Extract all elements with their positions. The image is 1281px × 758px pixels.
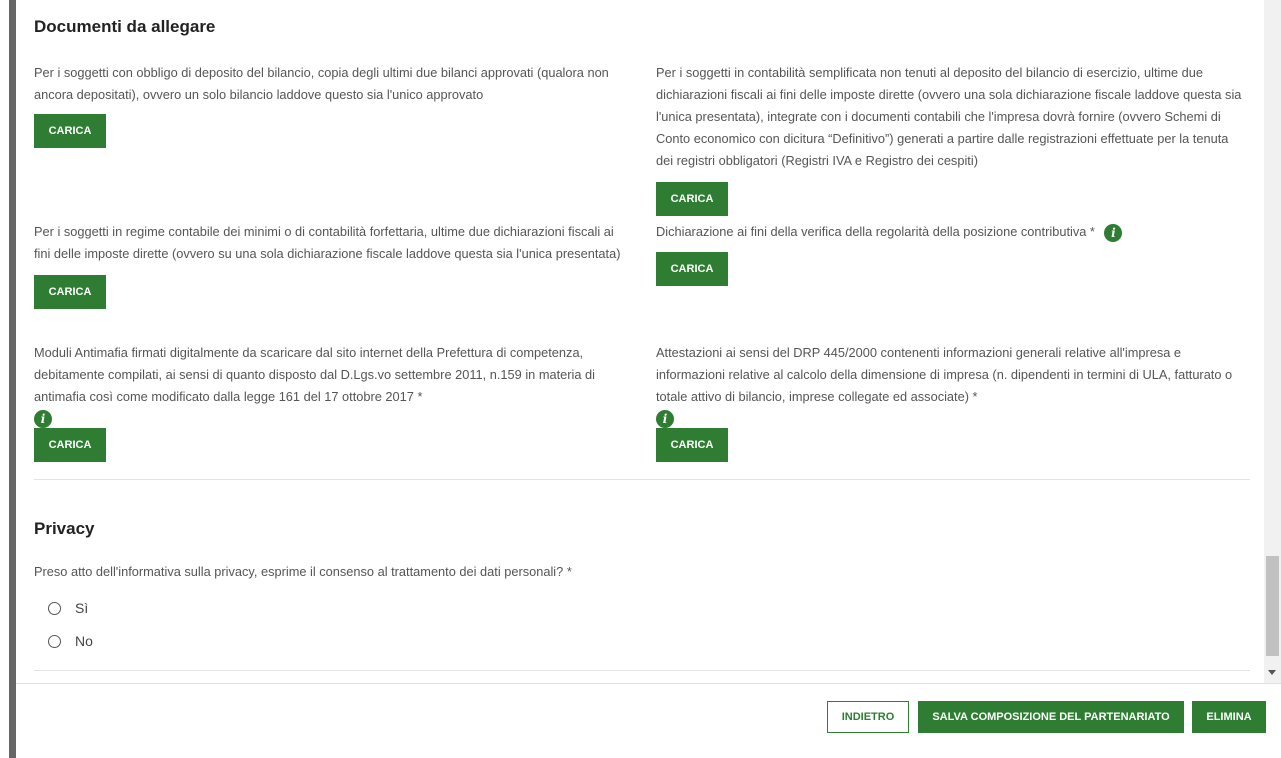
upload-button[interactable]: CARICA [34,428,106,463]
radio-button[interactable] [48,601,61,615]
delete-button[interactable]: ELIMINA [1192,701,1266,733]
upload-button[interactable]: CARICA [656,252,728,286]
document-item-regolarita-contributiva: Dichiarazione ai fini della verifica del… [656,221,1246,286]
upload-button[interactable]: CARICA [656,428,728,463]
info-icon[interactable]: i [656,410,674,428]
document-description: Per i soggetti con obbligo di deposito d… [34,65,609,102]
document-description: Dichiarazione ai fini della verifica del… [656,224,1095,239]
form-content: Documenti da allegare Per i soggetti con… [34,0,1251,683]
page: Documenti da allegare Per i soggetti con… [0,0,1281,758]
radio-label: Sì [75,600,89,616]
section-divider [34,479,1250,480]
document-description-row: Dichiarazione ai fini della verifica del… [656,221,1246,243]
left-edge-bar [9,0,16,758]
upload-button[interactable]: CARICA [34,114,106,148]
privacy-option-no[interactable]: No [48,633,93,649]
document-item-attestazioni-drp: Attestazioni ai sensi del DRP 445/2000 c… [656,342,1246,463]
save-partnership-button[interactable]: SALVA COMPOSIZIONE DEL PARTENARIATO [918,701,1184,733]
info-icon[interactable]: i [1104,223,1123,242]
privacy-option-si[interactable]: Sì [48,600,88,616]
document-description: Per i soggetti in regime contabile dei m… [34,224,621,261]
document-item-regime-minimi: Per i soggetti in regime contabile dei m… [34,221,624,309]
upload-button[interactable]: CARICA [34,275,106,309]
privacy-question: Preso atto dell'informativa sulla privac… [34,564,572,579]
back-button[interactable]: INDIETRO [827,701,909,733]
radio-button[interactable] [48,634,61,648]
scrollbar-thumb[interactable] [1266,556,1279,656]
document-item-contabilita-semplificata: Per i soggetti in contabilità semplifica… [656,62,1246,216]
document-description: Attestazioni ai sensi del DRP 445/2000 c… [656,345,1233,404]
section-divider [34,670,1250,671]
document-description: Moduli Antimafia firmati digitalmente da… [34,345,596,404]
document-description: Per i soggetti in contabilità semplifica… [656,65,1242,168]
privacy-section-title: Privacy [34,519,95,538]
scroll-down-arrow-icon[interactable] [1268,670,1276,675]
upload-button[interactable]: CARICA [656,182,728,216]
documents-section-title: Documenti da allegare [34,17,216,36]
info-icon[interactable]: i [34,410,52,428]
radio-label: No [75,633,93,649]
footer-actions: INDIETRO SALVA COMPOSIZIONE DEL PARTENAR… [16,683,1281,758]
document-item-antimafia: Moduli Antimafia firmati digitalmente da… [34,342,624,463]
document-item-bilanci: Per i soggetti con obbligo di deposito d… [34,62,624,148]
